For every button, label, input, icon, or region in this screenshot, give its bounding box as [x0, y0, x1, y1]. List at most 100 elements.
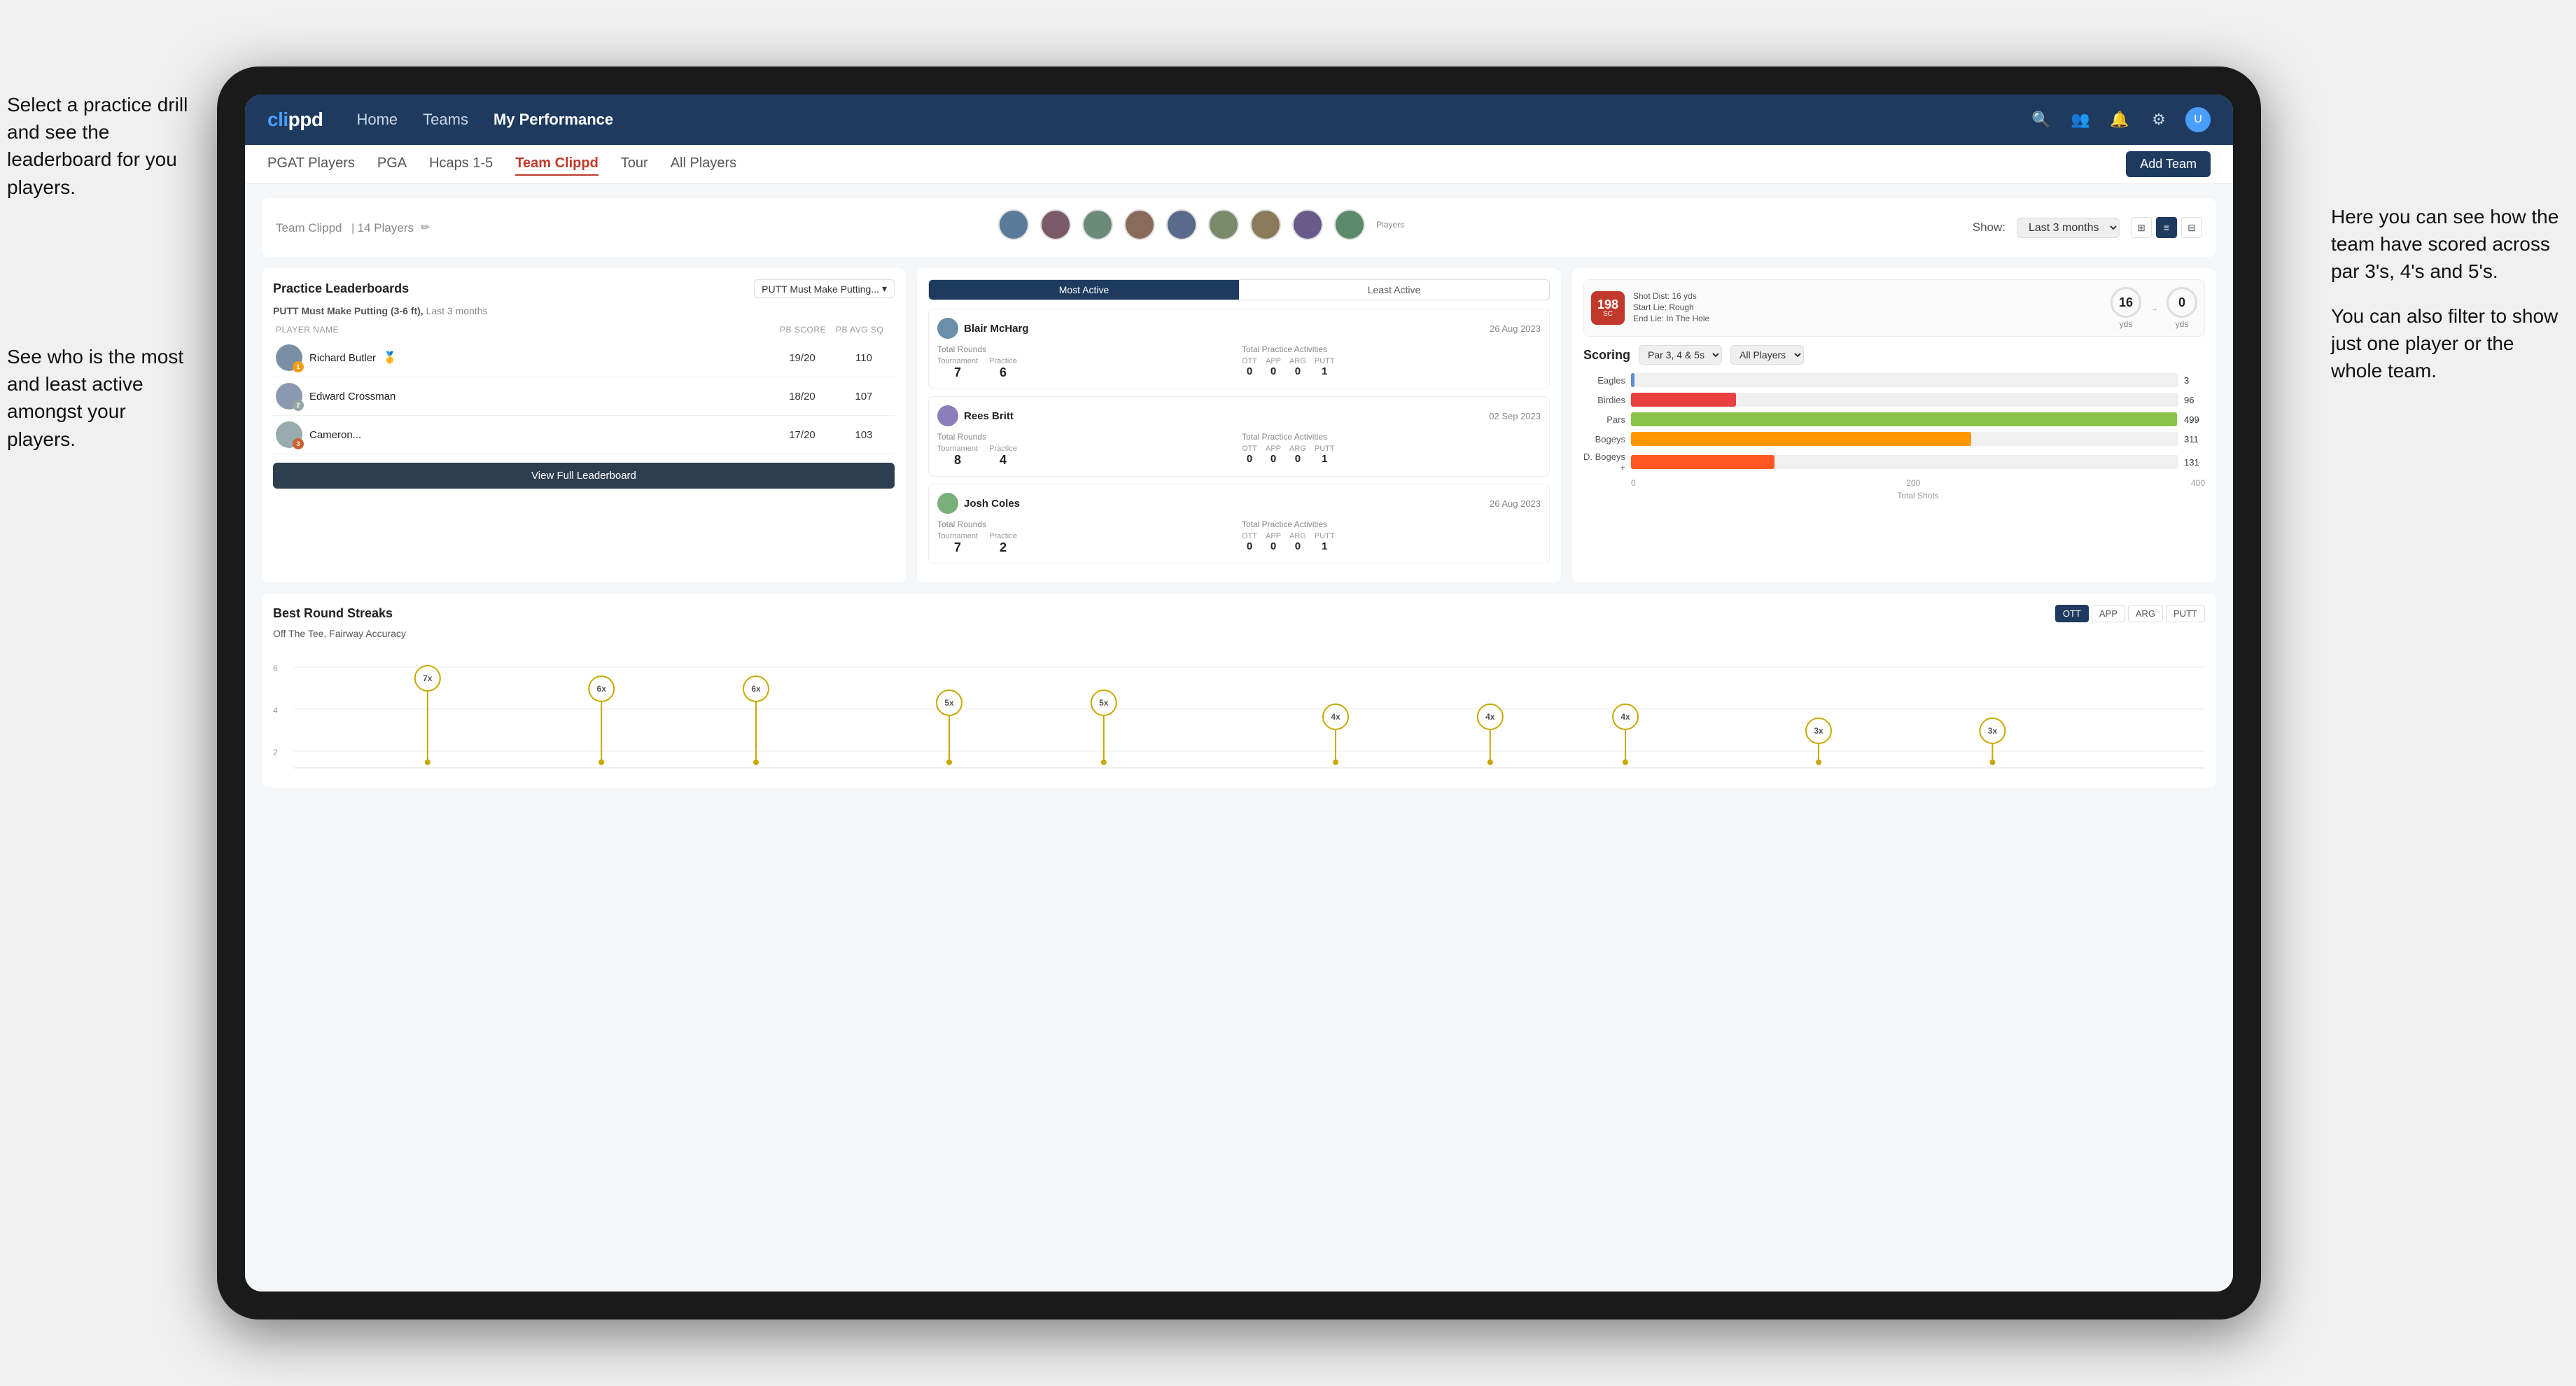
view-icons: ⊞ ≡ ⊟	[2131, 217, 2202, 238]
lb-avatar-2: 2	[276, 383, 302, 410]
subnav-pga[interactable]: PGA	[377, 153, 407, 176]
pa-header-1: Blair McHarg 26 Aug 2023	[937, 318, 1541, 339]
chart-axis-label: Total Shots	[1631, 491, 2205, 500]
subnav-teamclippd[interactable]: Team Clippd	[515, 153, 598, 176]
pa-date-3: 26 Aug 2023	[1490, 498, 1541, 509]
annotation-top-right: Here you can see how the team have score…	[2331, 203, 2569, 384]
scoring-filter-par[interactable]: Par 3, 4 & 5s	[1639, 345, 1722, 365]
search-icon[interactable]: 🔍	[2029, 107, 2054, 132]
settings-icon[interactable]: ⚙	[2146, 107, 2171, 132]
player-activity-1: Blair McHarg 26 Aug 2023 Total Rounds To…	[928, 309, 1550, 389]
activity-panel: Most Active Least Active Blair McHarg 26…	[917, 268, 1561, 582]
pa-avatar-1	[937, 318, 958, 339]
player-avatar-4[interactable]	[1124, 209, 1155, 240]
main-grid: Practice Leaderboards PUTT Must Make Put…	[262, 268, 2216, 582]
panel-header: Practice Leaderboards PUTT Must Make Put…	[273, 279, 895, 298]
lb-name-1: Richard Butler	[309, 352, 376, 364]
pa-header-3: Josh Coles 26 Aug 2023	[937, 493, 1541, 514]
player-avatar-7[interactable]	[1250, 209, 1281, 240]
svg-text:4: 4	[273, 706, 278, 715]
main-content: Team Clippd | 14 Players ✏ Pla	[245, 184, 2233, 1292]
bar-row-pars: Pars 499	[1583, 412, 2205, 426]
bell-icon[interactable]: 🔔	[2107, 107, 2132, 132]
lb-row: 1 Richard Butler 🥇 19/20 110	[273, 339, 895, 377]
player-avatar-6[interactable]	[1208, 209, 1239, 240]
annotation-top-left: Select a practice drill and see the lead…	[7, 91, 210, 201]
pa-avatar-2	[937, 405, 958, 426]
subnav-tour[interactable]: Tour	[621, 153, 648, 176]
lb-score-3: 17/20	[774, 429, 830, 441]
user-avatar[interactable]: U	[2185, 107, 2211, 132]
subnav-pgat[interactable]: PGAT Players	[267, 153, 355, 176]
svg-text:6x: 6x	[597, 684, 607, 694]
nav-link-teams[interactable]: Teams	[423, 108, 468, 132]
streak-filter-app[interactable]: APP	[2092, 605, 2125, 622]
streak-filter-putt[interactable]: PUTT	[2166, 605, 2205, 622]
tablet-screen: clippd Home Teams My Performance 🔍 👥 🔔 ⚙…	[245, 94, 2233, 1292]
pa-player-2: Rees Britt	[937, 405, 1014, 426]
streaks-header: Best Round Streaks OTT APP ARG PUTT	[273, 605, 2205, 622]
panel-subtitle: PUTT Must Make Putting (3-6 ft), Last 3 …	[273, 305, 895, 316]
table-view-icon[interactable]: ⊟	[2181, 217, 2202, 238]
lb-avg-2: 107	[836, 391, 892, 402]
top-nav: clippd Home Teams My Performance 🔍 👥 🔔 ⚙…	[245, 94, 2233, 145]
scoring-panel: 198 SC Shot Dist: 16 yds Start Lie: Roug…	[1572, 268, 2216, 582]
scoring-filter-players[interactable]: All Players	[1730, 345, 1804, 365]
bar-fill-pars	[1631, 412, 2177, 426]
practice-leaderboards-panel: Practice Leaderboards PUTT Must Make Put…	[262, 268, 906, 582]
streak-filter-arg[interactable]: ARG	[2128, 605, 2163, 622]
player-avatar-5[interactable]	[1166, 209, 1197, 240]
practice-dropdown[interactable]: PUTT Must Make Putting... ▾	[754, 279, 895, 298]
streak-chart-svg: 6 4 2 7x	[273, 650, 2205, 776]
bar-row-dbogeys: D. Bogeys + 131	[1583, 451, 2205, 472]
shot-badge: 198 SC	[1591, 291, 1625, 325]
svg-text:5x: 5x	[944, 698, 954, 708]
people-icon[interactable]: 👥	[2068, 107, 2093, 132]
streak-filter-ott[interactable]: OTT	[2055, 605, 2089, 622]
streaks-subtitle: Off The Tee, Fairway Accuracy	[273, 628, 2205, 639]
lb-avatar-1: 1	[276, 344, 302, 371]
streaks-title: Best Round Streaks	[273, 606, 393, 621]
grid-view-icon[interactable]: ⊞	[2131, 217, 2152, 238]
team-header: Team Clippd | 14 Players ✏ Pla	[262, 198, 2216, 257]
nav-link-home[interactable]: Home	[356, 108, 398, 132]
player-activity-3: Josh Coles 26 Aug 2023 Total Rounds Tour…	[928, 484, 1550, 564]
lb-header: PLAYER NAME PB SCORE PB AVG SQ	[273, 325, 895, 335]
show-select[interactable]: Last 3 months	[2017, 218, 2120, 238]
gold-medal-icon: 🥇	[383, 351, 397, 365]
tab-least-active[interactable]: Least Active	[1239, 280, 1549, 300]
player-avatar-2[interactable]	[1040, 209, 1071, 240]
shot-panel: 198 SC Shot Dist: 16 yds Start Lie: Roug…	[1583, 279, 2205, 337]
add-team-button[interactable]: Add Team	[2126, 151, 2211, 177]
lb-avg-1: 110	[836, 352, 892, 364]
bar-row-eagles: Eagles 3	[1583, 373, 2205, 387]
shot-info: Shot Dist: 16 yds Start Lie: Rough End L…	[1633, 291, 2102, 325]
pa-name-2: Rees Britt	[964, 410, 1014, 422]
edit-icon[interactable]: ✏	[421, 220, 430, 234]
list-view-icon[interactable]: ≡	[2156, 217, 2177, 238]
player-avatar-8[interactable]	[1292, 209, 1323, 240]
player-avatar-9[interactable]	[1334, 209, 1365, 240]
player-avatar-1[interactable]	[998, 209, 1029, 240]
rank-badge-3: 3	[293, 438, 304, 449]
player-avatar-3[interactable]	[1082, 209, 1113, 240]
lb-player-1: 1 Richard Butler 🥇	[276, 344, 769, 371]
pa-total-rounds-1: Total Rounds Tournament 7 Practice 6	[937, 344, 1236, 380]
lb-name-2: Edward Crossman	[309, 391, 396, 402]
pa-date-2: 02 Sep 2023	[1489, 411, 1541, 421]
annotation-bottom-left: See who is the most and least active amo…	[7, 343, 196, 453]
svg-text:3x: 3x	[1814, 726, 1823, 736]
view-full-leaderboard-button[interactable]: View Full Leaderboard	[273, 463, 895, 489]
chart-axis: 0 200 400	[1631, 478, 2205, 488]
nav-link-myperformance[interactable]: My Performance	[493, 108, 613, 132]
subnav-allplayers[interactable]: All Players	[671, 153, 736, 176]
pa-name-3: Josh Coles	[964, 498, 1020, 510]
pa-stats-3: Total Rounds Tournament 7 Practice 2	[937, 519, 1541, 555]
team-controls: Show: Last 3 months ⊞ ≡ ⊟	[1973, 217, 2202, 238]
tab-most-active[interactable]: Most Active	[929, 280, 1239, 300]
bar-fill-bogeys	[1631, 432, 1971, 446]
nav-logo: clippd	[267, 108, 323, 131]
subnav-hcaps[interactable]: Hcaps 1-5	[429, 153, 493, 176]
panel-title: Practice Leaderboards	[273, 281, 409, 296]
svg-text:5x: 5x	[1099, 698, 1109, 708]
